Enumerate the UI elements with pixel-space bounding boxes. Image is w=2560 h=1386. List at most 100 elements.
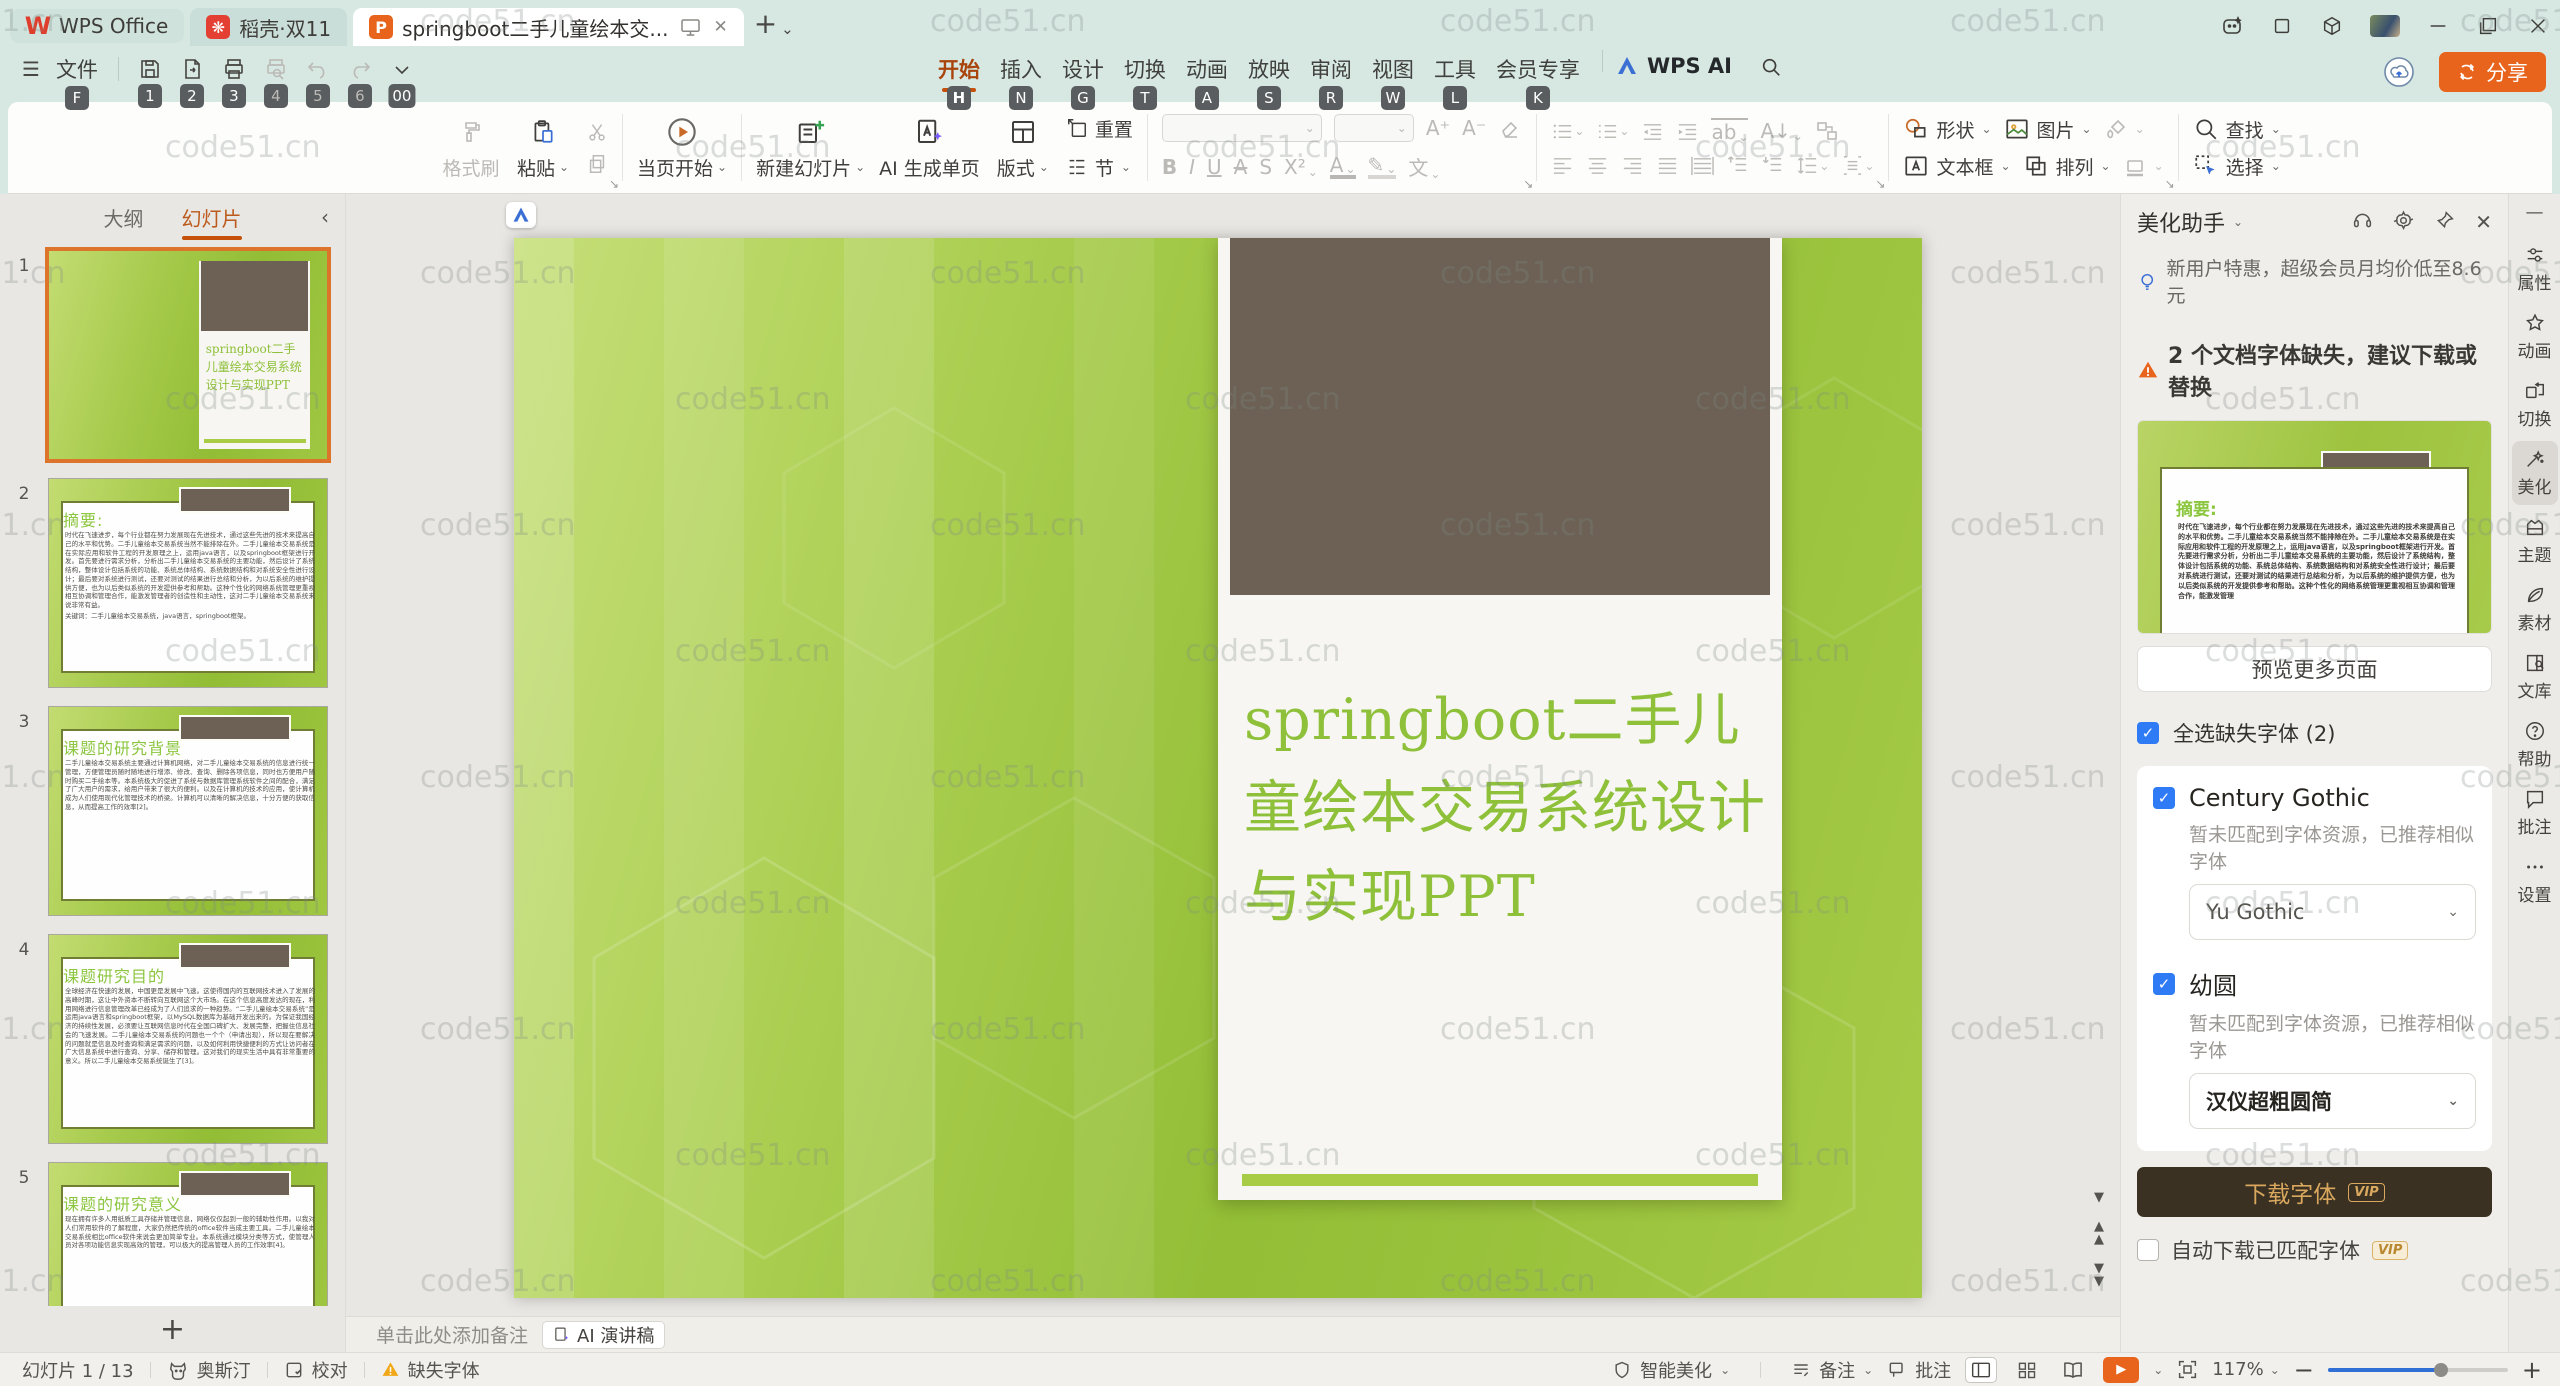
slide-sorter-view-button[interactable] [2011, 1357, 2043, 1383]
pin-icon[interactable] [2434, 210, 2455, 234]
tab-outline[interactable]: 大纲 [102, 199, 146, 236]
rail-item-批注[interactable]: 批注 [2512, 781, 2558, 845]
new-window-icon[interactable] [2270, 14, 2294, 38]
ribbon-tab-设计[interactable]: 设计G [1052, 50, 1114, 88]
图片-button[interactable]: 图片⌄ [2004, 116, 2092, 143]
rail-item-动画[interactable]: 动画 [2512, 305, 2558, 369]
previous-slide-icon[interactable]: ▲▲ [2094, 1220, 2104, 1246]
ai-assistant-icon[interactable] [2220, 14, 2244, 38]
ribbon-tab-放映[interactable]: 放映S [1238, 50, 1300, 88]
ribbon-tab-会员专享[interactable]: 会员专享K [1486, 50, 1590, 88]
replacement-font-select[interactable]: Yu Gothic ⌄ [2189, 884, 2476, 940]
tab-slides[interactable]: 幻灯片 [180, 199, 244, 236]
wps-ai-assistant-icon[interactable] [506, 202, 536, 228]
zoom-slider-knob[interactable] [2434, 1363, 2448, 1377]
slide-thumbnail-2[interactable]: 摘要:时代在飞速进步，每个行业都在努力发展现在先进技术，通过这些先进的技术来提高… [48, 478, 328, 688]
proofread-button[interactable]: 校对 [284, 1357, 348, 1383]
ribbon-tab-开始[interactable]: 开始H [928, 50, 990, 88]
ribbon-tab-工具[interactable]: 工具L [1424, 50, 1486, 88]
选择-button[interactable]: 选择⌄ [2193, 153, 2281, 180]
rail-item-素材[interactable]: 素材 [2512, 577, 2558, 641]
hamburger-menu-icon[interactable]: ☰ [22, 57, 40, 81]
新建幻灯片-button[interactable]: 新建幻灯片⌄ [756, 115, 865, 181]
download-fonts-button[interactable]: 下载字体 VIP [2137, 1167, 2492, 1217]
collapse-rail-icon[interactable]: — [2526, 202, 2544, 223]
select-all-missing-fonts[interactable]: ✓ 全选缺失字体 (2) [2137, 718, 2492, 748]
slideshow-play-button[interactable]: ▶ [2103, 1357, 2139, 1383]
stereo-cube-icon[interactable] [2320, 14, 2344, 38]
rail-item-属性[interactable]: 属性 [2512, 237, 2558, 301]
ai-speech-script-button[interactable]: AI 演讲稿 [542, 1321, 665, 1349]
group-dialog-launcher-icon[interactable]: ↘ [1875, 177, 1885, 191]
new-tab-button[interactable]: + [754, 7, 777, 40]
notes-toggle-button[interactable]: 备注 ⌄ [1791, 1357, 1873, 1383]
rail-item-设置[interactable]: 设置 [2512, 849, 2558, 913]
粘贴-button[interactable]: 粘贴⌄ [514, 115, 572, 181]
customize-toolbar-icon[interactable]: 00 [381, 52, 423, 86]
print-icon[interactable]: 3 [213, 52, 255, 86]
user-avatar[interactable] [2370, 15, 2400, 37]
slide-thumbnail-1[interactable]: springboot二手儿童绘本交易系统设计与实现PPT [48, 250, 328, 460]
replacement-font-select[interactable]: 汉仪超粗圆简 ⌄ [2189, 1073, 2476, 1129]
fit-to-window-icon[interactable] [2177, 1359, 2198, 1380]
ribbon-tab-插入[interactable]: 插入N [990, 50, 1052, 88]
save-icon[interactable]: 1 [129, 52, 171, 86]
smart-beautify-button[interactable]: 智能美化 ⌄ [1612, 1357, 1730, 1383]
gear-icon[interactable] [2393, 210, 2414, 234]
next-slide-icon[interactable]: ▼▼ [2094, 1262, 2104, 1288]
tab-wps-home[interactable]: W WPS Office [10, 9, 184, 43]
headset-support-icon[interactable] [2352, 210, 2373, 234]
checkbox-checked-icon[interactable]: ✓ [2153, 787, 2175, 809]
add-slide-button[interactable]: + [0, 1306, 345, 1352]
tab-docer[interactable]: ❋ 稻壳·双11 [190, 8, 347, 46]
play-options-dropdown-icon[interactable]: ⌄ [2153, 1363, 2163, 1377]
ribbon-tab-视图[interactable]: 视图W [1362, 50, 1424, 88]
normal-view-button[interactable] [1965, 1357, 1997, 1383]
close-tab-icon[interactable]: ✕ [713, 17, 727, 37]
panel-title[interactable]: 美化助手 ⌄ [2137, 206, 2243, 238]
group-dialog-launcher-icon[interactable]: ↘ [1523, 177, 1533, 191]
group-dialog-launcher-icon[interactable]: ↘ [2165, 177, 2175, 191]
排列-button[interactable]: 排列⌄ [2023, 153, 2111, 180]
查找-button[interactable]: 查找⌄ [2193, 116, 2281, 143]
preview-more-pages-button[interactable]: 预览更多页面 [2137, 646, 2492, 692]
cloud-upload-icon[interactable] [2381, 54, 2417, 90]
rail-item-主题[interactable]: 主题 [2512, 509, 2558, 573]
rail-item-美化[interactable]: 美化 [2512, 441, 2558, 505]
theme-button[interactable]: 奥斯汀 [167, 1357, 251, 1383]
notes-placeholder[interactable]: 单击此处添加备注 [376, 1321, 528, 1348]
group-dialog-launcher-icon[interactable]: ↘ [609, 177, 619, 191]
comments-button[interactable]: 批注 [1887, 1357, 1951, 1383]
slide-title-text[interactable]: springboot二手儿童绘本交易系统设计与实现PPT [1244, 676, 1772, 941]
zoom-out-button[interactable]: − [2294, 1358, 2314, 1382]
current-slide[interactable]: springboot二手儿童绘本交易系统设计与实现PPT [514, 238, 1922, 1298]
重置-button[interactable]: 重置 [1066, 115, 1133, 142]
auto-download-option[interactable]: 自动下载已匹配字体 VIP [2137, 1235, 2492, 1265]
collapse-panel-icon[interactable]: ‹ [321, 205, 329, 229]
scroll-down-icon[interactable]: ▼ [2094, 1191, 2104, 1204]
member-promo[interactable]: 新用户特惠，超级会员月均价低至8.6元 [2137, 254, 2492, 308]
maximize-icon[interactable] [2476, 14, 2500, 38]
close-panel-icon[interactable]: ✕ [2475, 210, 2492, 234]
checkbox-checked-icon[interactable]: ✓ [2137, 722, 2159, 744]
AI 生成单页-button[interactable]: AI 生成单页 [879, 115, 980, 181]
版式-button[interactable]: 版式⌄ [994, 115, 1052, 181]
slide-preview-card[interactable]: 摘要: 时代在飞速进步，每个行业都在努力发展现在先进技术，通过这些先进的技术来提… [2137, 420, 2492, 634]
missing-fonts-status[interactable]: 缺失字体 [381, 1357, 480, 1383]
形状-button[interactable]: 形状⌄ [1903, 116, 1991, 143]
rail-item-帮助[interactable]: 帮助 [2512, 713, 2558, 777]
slide-thumbnail-4[interactable]: 课题研究目的全球经济在快速的发展，中国更是发展中飞速。这使得国内的互联网技术进入… [48, 934, 328, 1144]
rail-item-文库[interactable]: 文库 [2512, 645, 2558, 709]
zoom-in-button[interactable]: + [2522, 1358, 2542, 1382]
文本框-button[interactable]: 文本框⌄ [1903, 153, 2010, 180]
wps-ai-button[interactable]: WPS AI [1615, 50, 1732, 78]
zoom-slider[interactable] [2328, 1368, 2508, 1372]
ribbon-tab-切换[interactable]: 切换T [1114, 50, 1176, 88]
close-icon[interactable] [2526, 14, 2550, 38]
export-icon[interactable]: 2 [171, 52, 213, 86]
tab-list-dropdown-icon[interactable]: ⌄ [781, 20, 794, 38]
slide-header-box[interactable] [1230, 238, 1770, 595]
tab-current-document[interactable]: P springboot二手儿童绘本交... ✕ [353, 8, 744, 46]
节-button[interactable]: 节⌄ [1066, 154, 1131, 181]
minimize-icon[interactable] [2426, 14, 2450, 38]
